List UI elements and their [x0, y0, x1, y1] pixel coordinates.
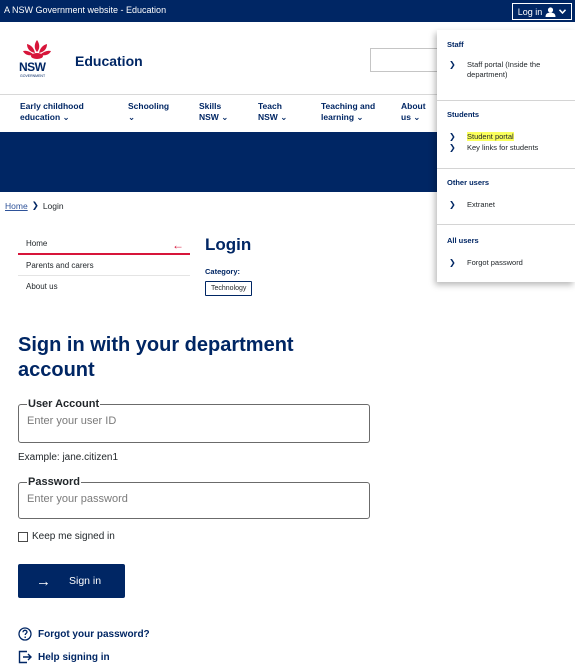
- sidenav-item-about-us[interactable]: About us: [18, 276, 190, 297]
- dropdown-item-label: Extranet: [467, 200, 495, 209]
- breadcrumb-home-link[interactable]: Home: [5, 201, 28, 211]
- password-legend: Password: [28, 476, 80, 488]
- help-signing-in-link[interactable]: Help signing in: [18, 650, 110, 664]
- dropdown-item-extranet[interactable]: ❯ Extranet: [437, 200, 575, 210]
- sign-in-button-label: Sign in: [69, 575, 102, 587]
- nsw-logo-text: NSW: [19, 60, 46, 74]
- side-navigation: Home ← Parents and carers About us: [18, 234, 190, 297]
- nsw-logo-subtext: GOVERNMENT: [20, 74, 46, 78]
- dropdown-item-forgot-password[interactable]: ❯ Forgot password: [437, 258, 575, 268]
- dropdown-item-student-portal[interactable]: ❯ Student portal: [437, 132, 575, 142]
- user-id-example: Example: jane.citizen1: [18, 452, 119, 463]
- dropdown-section-title: All users: [447, 236, 479, 245]
- user-icon: [545, 6, 556, 17]
- user-id-input[interactable]: [27, 410, 361, 432]
- breadcrumb: Home ❯ Login: [5, 200, 64, 211]
- keep-signed-in-option[interactable]: Keep me signed in: [18, 531, 115, 542]
- dropdown-section-staff: Staff ❯ Staff portal (Inside the departm…: [437, 38, 575, 80]
- category-tag[interactable]: Technology: [205, 281, 253, 296]
- sidenav-item-parents-and-carers[interactable]: Parents and carers: [18, 255, 190, 276]
- dropdown-item-label: Student portal: [467, 132, 514, 141]
- breadcrumb-current: Login: [42, 200, 64, 211]
- chevron-right-icon: ❯: [449, 258, 456, 267]
- breadcrumb-chevron-icon: ❯: [31, 200, 39, 210]
- government-top-bar: A NSW Government website - Education Log…: [0, 0, 575, 22]
- search-input[interactable]: [370, 48, 440, 72]
- chevron-right-icon: ❯: [449, 132, 456, 141]
- forgot-password-label: Forgot your password?: [38, 628, 150, 640]
- dropdown-section-other-users: Other users ❯ Extranet: [437, 176, 575, 210]
- government-website-text: A NSW Government website - Education: [4, 5, 167, 15]
- arrow-right-icon: →: [36, 572, 51, 590]
- login-menu-button[interactable]: Log in: [512, 3, 572, 20]
- arrow-left-icon: ←: [172, 238, 184, 252]
- login-button-label: Log in: [517, 6, 543, 17]
- dropdown-item-staff-portal[interactable]: ❯ Staff portal (Inside the department): [437, 60, 575, 80]
- nav-item-skills-nsw[interactable]: Skills NSW ⌄: [199, 101, 239, 123]
- dropdown-item-label: Key links for students: [467, 143, 539, 152]
- site-brand-title[interactable]: Education: [75, 53, 143, 69]
- forgot-password-link[interactable]: Forgot your password?: [18, 627, 150, 641]
- nav-item-early-childhood[interactable]: Early childhood education ⌄: [20, 101, 100, 123]
- dropdown-divider: [437, 224, 575, 225]
- dropdown-item-label: Staff portal (Inside the department): [467, 60, 541, 79]
- sidenav-item-label: Home: [26, 239, 48, 248]
- nav-item-teach-nsw[interactable]: Teach NSW ⌄: [258, 101, 298, 123]
- nav-item-teaching-and-learning[interactable]: Teaching and learning ⌄: [321, 101, 383, 123]
- chevron-right-icon: ❯: [449, 143, 456, 152]
- sign-in-button[interactable]: → Sign in: [18, 564, 125, 598]
- login-dropdown-menu: Staff ❯ Staff portal (Inside the departm…: [437, 30, 575, 282]
- chevron-down-icon: [559, 9, 567, 14]
- dropdown-item-label: Forgot password: [467, 258, 523, 267]
- help-signing-in-label: Help signing in: [38, 651, 110, 663]
- dropdown-section-students: Students ❯ Student portal ❯ Key links fo…: [437, 108, 575, 153]
- password-input[interactable]: [27, 488, 361, 510]
- dropdown-section-all-users: All users ❯ Forgot password: [437, 234, 575, 268]
- keep-signed-in-checkbox[interactable]: [18, 531, 28, 542]
- dropdown-section-title: Students: [447, 110, 480, 119]
- external-arrow-icon: [18, 650, 32, 664]
- signin-heading: Sign in with your department account: [18, 334, 294, 381]
- sidenav-item-home[interactable]: Home ←: [18, 234, 190, 255]
- page-title: Login: [205, 235, 252, 254]
- chevron-right-icon: ❯: [449, 60, 456, 69]
- user-account-fieldset: User Account: [18, 398, 370, 443]
- dropdown-divider: [437, 100, 575, 101]
- nsw-government-logo[interactable]: NSW GOVERNMENT: [17, 38, 57, 82]
- dropdown-divider: [437, 168, 575, 169]
- dropdown-section-title: Staff: [447, 40, 464, 49]
- user-account-legend: User Account: [28, 398, 100, 410]
- chevron-right-icon: ❯: [449, 200, 456, 209]
- password-fieldset: Password: [18, 476, 370, 519]
- nav-item-about-us[interactable]: About us ⌄: [401, 101, 433, 123]
- question-circle-icon: [18, 627, 32, 641]
- category-label: Category:: [205, 267, 241, 276]
- keep-signed-in-label: Keep me signed in: [32, 531, 115, 542]
- dropdown-section-title: Other users: [447, 178, 490, 187]
- dropdown-item-key-links-for-students[interactable]: ❯ Key links for students: [437, 143, 575, 153]
- sidenav-item-label: Parents and carers: [26, 260, 94, 270]
- sidenav-item-label: About us: [26, 282, 58, 291]
- nav-item-schooling[interactable]: Schooling ⌄: [128, 101, 173, 123]
